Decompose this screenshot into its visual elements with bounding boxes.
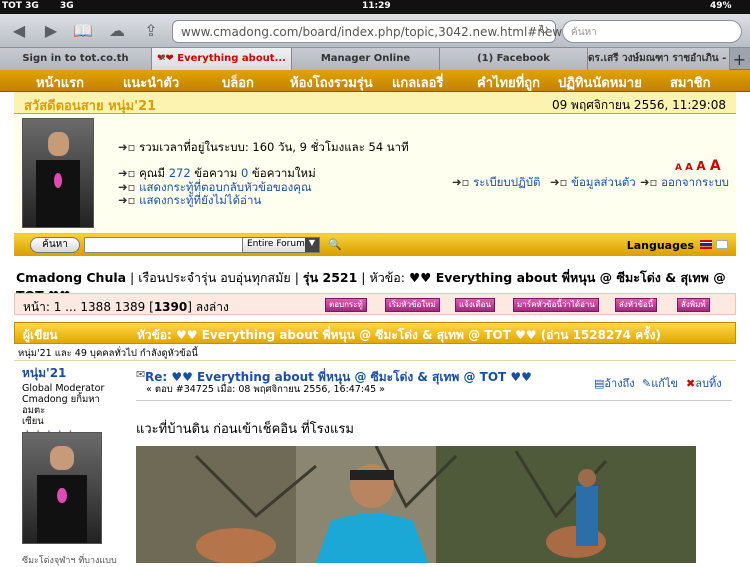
nav-words[interactable]: คำไทยที่ถูก	[477, 72, 540, 93]
uk-flag-icon[interactable]	[716, 240, 728, 249]
chevron-down-icon: ▼	[305, 238, 319, 252]
msg-count-link[interactable]: 272	[169, 166, 191, 180]
poster-avatar	[22, 432, 102, 544]
nav-intro[interactable]: แนะนำตัว	[123, 72, 179, 93]
pagination[interactable]: หน้า: 1 ... 1388 1389 [1390] ลงล่าง	[23, 298, 229, 317]
poster-rank: เซียน	[22, 416, 44, 427]
mark-read-button[interactable]: มาร์คหัวข้อนี้ว่าได้อ่าน	[513, 298, 599, 312]
tab-bar: Sign in to tot.co.th ✕ ❤❤ Everything abou…	[0, 48, 750, 70]
languages-label: Languages	[626, 239, 694, 252]
clock: 11:29	[362, 1, 391, 11]
print-button[interactable]: สั่งพิมพ์	[677, 298, 710, 312]
nav-hall[interactable]: ห้องโถงรวมรุ่น	[290, 72, 373, 93]
user-avatar[interactable]	[22, 118, 94, 228]
status-bar: TOT 3G 3G 11:29 49%	[0, 0, 750, 14]
network-label: 3G	[60, 1, 74, 11]
nav-gallery[interactable]: แกลเลอรี่	[392, 72, 443, 93]
quote-button[interactable]: ▤อ้างถึง	[594, 374, 635, 392]
url-bar[interactable]: www.cmadong.com/board/index.php/topic,30…	[172, 20, 562, 43]
poster-role: Global Moderator	[22, 383, 105, 394]
topic-heading: หัวข้อ: ♥♥ Everything about พี่หนุน @ ซี…	[137, 328, 662, 342]
close-tab-icon[interactable]: ✕	[158, 48, 166, 70]
poster-info: หนุ่ม'21 Global Moderator Cmadong ยกิ้มห…	[22, 364, 122, 441]
edit-icon: ✎	[642, 377, 652, 390]
crumb-board[interactable]: เรือนประจำรุ่น อบอุ่นทุกสมัย	[138, 270, 290, 285]
icloud-icon[interactable]: ☁	[106, 21, 128, 41]
new-tab-icon[interactable]: +	[733, 50, 746, 69]
reply-button[interactable]: ตอบกระทู้	[325, 298, 367, 312]
forum-nav: หน้าแรก แนะนำตัว บล็อก ห้องโถงรวมรุ่น แก…	[0, 70, 750, 92]
tab-facebook[interactable]: (1) Facebook	[440, 48, 588, 70]
search-field[interactable]: ค้นหา	[562, 20, 742, 43]
search-bar: ค้นหา Entire Forum ▼ 🔍 Languages	[14, 234, 736, 256]
poster-group: Cmadong ยกิ้มหาอมตะ	[22, 394, 100, 416]
nav-calendar[interactable]: ปฏิทินนัดหมาย	[558, 72, 642, 93]
magnifier-icon[interactable]: 🔍	[328, 238, 342, 251]
tab-everything[interactable]: ✕ ❤❤ Everything about...	[152, 48, 292, 70]
tab-label: (1) Facebook	[477, 53, 550, 64]
nav-blog[interactable]: บล็อก	[222, 72, 254, 93]
nav-members[interactable]: สมาชิก	[670, 72, 711, 93]
pagination-bar: หน้า: 1 ... 1388 1389 [1390] ลงล่าง ตอบก…	[14, 293, 736, 315]
thai-flag-icon[interactable]	[700, 240, 712, 249]
post-photo[interactable]	[136, 446, 696, 563]
photo-illustration	[136, 446, 696, 563]
greeting-bar: สวัสดีตอนสาย หนุ่ม'21 09 พฤศจิกายน 2556,…	[14, 92, 736, 114]
delete-button[interactable]: ✖ลบทิ้ง	[686, 374, 722, 392]
tab-label: ❤❤ Everything about...	[157, 53, 286, 64]
crumb-class[interactable]: รุ่น 2521	[303, 270, 357, 285]
logout-link[interactable]: ➜▫ ออกจากระบบ	[640, 174, 729, 192]
font-size-selector[interactable]: A A A A	[675, 158, 721, 174]
date-time: 09 พฤศจิกายน 2556, 11:29:08	[551, 98, 726, 112]
search-placeholder: ค้นหา	[571, 27, 597, 38]
send-topic-button[interactable]: ส่งหัวข้อนี้	[615, 298, 658, 312]
poster-signature: ซีมะโด่งจุฬาฯ ที่บางแบบ	[22, 556, 117, 566]
greeting-text: สวัสดีตอนสาย หนุ่ม'21	[24, 99, 157, 114]
notify-button[interactable]: แจ้งเตือน	[455, 298, 495, 312]
post-icon: ✉	[136, 368, 146, 381]
rules-link[interactable]: ➜▫ ระเบียบปฏิบัติ	[452, 174, 541, 192]
post-divider	[136, 400, 732, 401]
online-time: ➜▫ รวมเวลาที่อยู่ในระบบ: 160 วัน, 9 ชั่ว…	[118, 140, 409, 154]
delete-icon: ✖	[686, 377, 696, 390]
search-scope-select[interactable]: Entire Forum ▼	[242, 237, 320, 253]
tab-label: Manager Online	[320, 53, 411, 64]
tab-manager[interactable]: Manager Online	[292, 48, 440, 70]
reload-icon[interactable]: ↻	[538, 23, 549, 38]
back-icon[interactable]: ◀	[8, 21, 30, 41]
poster-name[interactable]: หนุ่ม'21	[22, 364, 122, 383]
edit-button[interactable]: ✎แก้ไข	[642, 374, 678, 392]
tab-label: Sign in to tot.co.th	[22, 53, 129, 64]
new-topic-button[interactable]: เริ่มหัวข้อใหม่	[385, 298, 440, 312]
search-button[interactable]: ค้นหา	[30, 237, 80, 253]
nav-home[interactable]: หน้าแรก	[36, 72, 84, 93]
quote-icon: ▤	[594, 377, 605, 390]
author-column-label: ผู้เขียน	[23, 328, 58, 342]
forward-icon[interactable]: ▶	[40, 21, 62, 41]
tab-seri[interactable]: ดร.เสรี วงษ์มณฑา ราชอำเภิน - ค้น...	[588, 48, 730, 70]
profile-link[interactable]: ➜▫ ข้อมูลส่วนตัว	[550, 174, 636, 192]
bookmarks-icon[interactable]: 📖	[72, 21, 94, 41]
share-icon[interactable]: ⇪	[140, 21, 162, 41]
thread-header: ผู้เขียน หัวข้อ: ♥♥ Everything about พี่…	[14, 322, 736, 344]
url-text: www.cmadong.com/board/index.php/topic,30…	[181, 25, 563, 39]
battery-label: 49%	[710, 1, 732, 11]
tab-tot[interactable]: Sign in to tot.co.th	[0, 48, 152, 70]
browser-toolbar: ◀ ▶ 📖 ☁ ⇪ www.cmadong.com/board/index.ph…	[0, 14, 750, 48]
carrier-label: TOT 3G	[2, 1, 39, 11]
post-meta: « ตอบ #34725 เมื่อ: 08 พฤศจิกายน 2556, 1…	[146, 384, 385, 395]
viewers-info: หนุ่ม'21 และ 49 บุคคลทั่วไป กำลังดูหัวข้…	[18, 348, 198, 359]
post-body: แวะที่บ้านดิน ก่อนเข้าเช็คอิน ที่โรงแรม	[136, 422, 354, 437]
crumb-site[interactable]: Cmadong Chula	[16, 270, 126, 285]
forum-search-input[interactable]	[84, 237, 248, 253]
unread-link[interactable]: ➜▫ แสดงกระทู้ที่ยังไม่ได้อ่าน	[118, 192, 261, 210]
tab-label: ดร.เสรี วงษ์มณฑา ราชอำเภิน - ค้น...	[588, 53, 729, 64]
